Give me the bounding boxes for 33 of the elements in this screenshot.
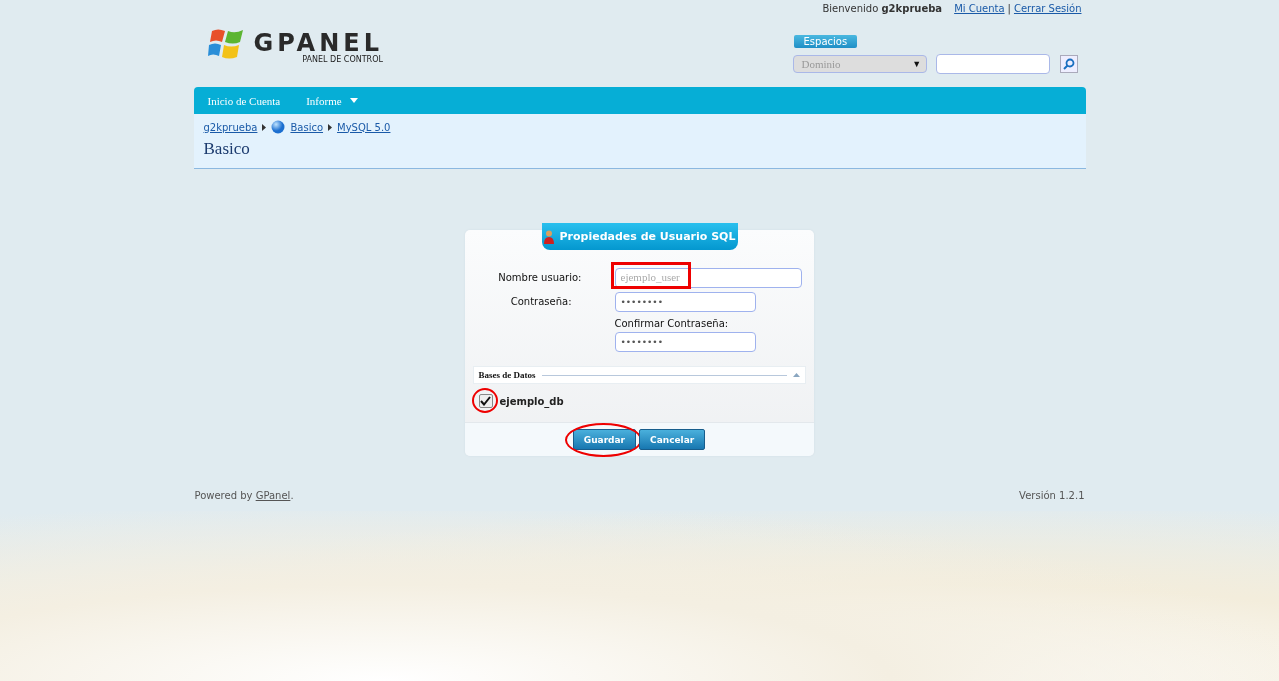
logo-wordmark: GPANEL (253, 31, 383, 55)
logo-subtitle: PANEL DE CONTROL (302, 55, 383, 64)
search-button[interactable] (1060, 55, 1078, 73)
field-label: Confirmar Contraseña: (614, 317, 729, 329)
input-field[interactable]: ejemplo_user (614, 268, 802, 288)
header-link[interactable]: Mi Cuenta (954, 3, 1005, 17)
breadcrumb-link[interactable]: g2kprueba (203, 121, 258, 133)
field-label: Nombre usuario: (497, 271, 582, 283)
dialog-button[interactable]: Cancelar (639, 429, 706, 450)
chevron-icon (262, 123, 267, 131)
powered-by-text: Powered by GPanel. (194, 490, 294, 501)
search-field[interactable] (936, 54, 1051, 74)
version-text: Versión 1.2.1 (1019, 490, 1085, 501)
link-separator: | (1007, 3, 1011, 17)
chevron-icon (328, 123, 333, 131)
breadcrumb-link[interactable]: MySQL 5.0 (337, 121, 391, 133)
dialog-title: Propiedades de Usuario SQL (559, 230, 736, 243)
database-name: ejemplo_db (499, 395, 564, 407)
section-title: Bases de Datos (478, 370, 536, 380)
user-icon (543, 229, 554, 244)
breadcrumb-link[interactable]: Basico (290, 121, 324, 133)
welcome-text: Bienvenido g2kprueba (822, 3, 943, 16)
header-link[interactable]: Cerrar Sesión (1013, 3, 1082, 17)
dialog-button[interactable]: Guardar (572, 429, 637, 450)
input-field[interactable]: •••••••• (614, 332, 756, 352)
collapse-arrow-icon[interactable] (792, 373, 800, 377)
checkbox[interactable] (478, 394, 493, 408)
windows-flag-icon (207, 27, 246, 61)
field-label: Contraseña: (509, 295, 572, 307)
input-field[interactable]: •••••••• (614, 292, 756, 312)
page-title: Basico (203, 139, 251, 159)
search-icon (1062, 58, 1075, 70)
domain-dropdown[interactable]: Dominio ▼ (792, 55, 928, 73)
